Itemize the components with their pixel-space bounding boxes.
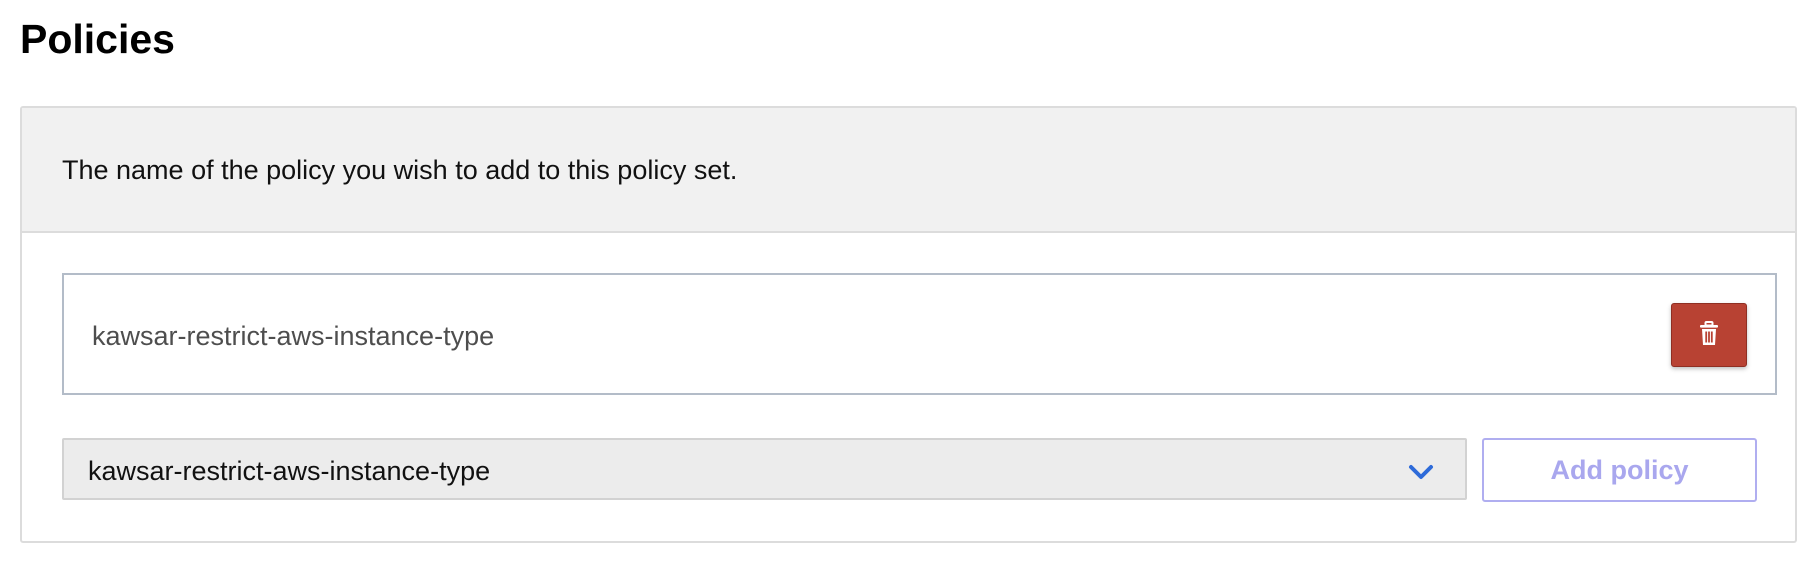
trash-icon xyxy=(1697,320,1721,350)
add-policy-button[interactable]: Add policy xyxy=(1482,438,1757,502)
policy-list-item: kawsar-restrict-aws-instance-type xyxy=(62,273,1777,395)
policy-name: kawsar-restrict-aws-instance-type xyxy=(92,321,495,351)
policies-panel: The name of the policy you wish to add t… xyxy=(20,106,1797,543)
delete-policy-button[interactable] xyxy=(1671,303,1747,367)
policy-select[interactable]: kawsar-restrict-aws-instance-type xyxy=(62,438,1467,500)
chevron-down-icon xyxy=(1407,462,1435,482)
policy-select-value: kawsar-restrict-aws-instance-type xyxy=(88,456,491,486)
panel-header: The name of the policy you wish to add t… xyxy=(22,108,1795,233)
panel-description: The name of the policy you wish to add t… xyxy=(62,155,738,185)
page-title: Policies xyxy=(20,16,175,62)
